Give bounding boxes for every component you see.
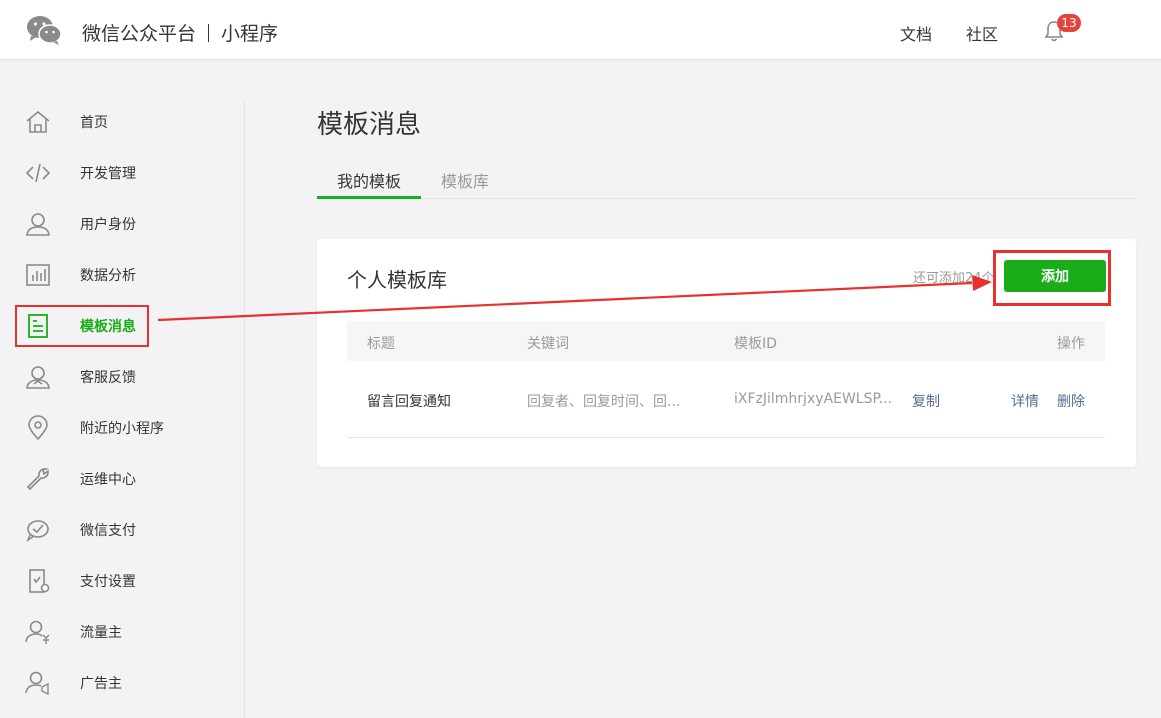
sidebar-item-ops[interactable]: 运维中心 <box>0 459 244 499</box>
traffic-icon <box>25 620 50 644</box>
sidebar-item-home[interactable]: 首页 <box>0 102 244 142</box>
sidebar-item-label: 开发管理 <box>80 166 136 182</box>
sidebar-item-label: 用户身份 <box>80 217 136 233</box>
sidebar-item-label: 流量主 <box>80 625 122 641</box>
detail-link[interactable]: 详情 <box>1011 391 1039 411</box>
delete-link[interactable]: 删除 <box>1057 391 1085 411</box>
notification-badge: 13 <box>1057 14 1081 32</box>
table-header: 标题 关键词 模板ID 操作 <box>347 321 1105 361</box>
sidebar-item-traffic[interactable]: 流量主 <box>0 612 244 652</box>
sidebar-item-pay-settings[interactable]: 支付设置 <box>0 561 244 601</box>
page-title: 模板消息 <box>317 110 422 140</box>
column-header-keywords: 关键词 <box>527 336 569 352</box>
wrench-icon <box>26 468 50 491</box>
row-template-id: iXFzJilmhrjxyAEWLSP... <box>734 391 893 407</box>
sidebar-item-analytics[interactable]: 数据分析 <box>0 255 244 295</box>
sidebar-item-label: 运维中心 <box>80 472 136 488</box>
sidebar-item-advertiser[interactable]: 广告主 <box>0 663 244 703</box>
sidebar-highlight-box <box>15 305 149 347</box>
brand-title[interactable]: 微信公众平台 小程序 <box>82 19 278 46</box>
add-button-highlight-box <box>993 250 1111 306</box>
top-bar: 微信公众平台 小程序 文档 社区 13 <box>0 0 1161 60</box>
row-title: 留言回复通知 <box>367 394 451 410</box>
table-row: 留言回复通知 回复者、回复时间、回... iXFzJilmhrjxyAEWLSP… <box>347 361 1105 438</box>
sidebar-item-label: 附近的小程序 <box>80 421 164 437</box>
service-icon <box>26 366 50 389</box>
sidebar: 首页 开发管理 用户身份 数据分析 模板消息 客服反馈 附近的小程序 运维中心 … <box>0 100 245 718</box>
advertiser-icon <box>25 671 49 696</box>
location-icon <box>28 415 48 441</box>
tab-bar: 我的模板 模板库 <box>317 158 1136 199</box>
brand-name: 微信公众平台 <box>82 23 197 45</box>
nav-docs-link[interactable]: 文档 <box>900 21 932 45</box>
sidebar-item-label: 广告主 <box>80 676 122 692</box>
tab-active-indicator <box>317 196 421 199</box>
template-card: 个人模板库 还可添加24个 添加 标题 关键词 模板ID 操作 留言回复通知 回… <box>317 239 1136 467</box>
nav-community-link[interactable]: 社区 <box>966 21 998 45</box>
pay-settings-icon <box>29 569 50 593</box>
sidebar-item-nearby[interactable]: 附近的小程序 <box>0 408 244 448</box>
pay-icon <box>26 520 49 543</box>
sidebar-item-dev[interactable]: 开发管理 <box>0 153 244 193</box>
brand-separator <box>208 23 210 42</box>
copy-link[interactable]: 复制 <box>912 391 940 411</box>
sidebar-item-label: 客服反馈 <box>80 370 136 386</box>
sidebar-item-wechat-pay[interactable]: 微信支付 <box>0 510 244 550</box>
home-icon <box>26 110 50 133</box>
sidebar-item-feedback[interactable]: 客服反馈 <box>0 357 244 397</box>
wechat-logo-icon[interactable] <box>26 14 62 46</box>
code-icon <box>25 163 51 183</box>
row-keywords: 回复者、回复时间、回... <box>527 394 681 410</box>
sidebar-item-label: 首页 <box>80 115 108 131</box>
sidebar-item-identity[interactable]: 用户身份 <box>0 204 244 244</box>
column-header-template-id: 模板ID <box>734 336 777 352</box>
sidebar-item-label: 支付设置 <box>80 574 136 590</box>
card-title: 个人模板库 <box>347 268 447 292</box>
sidebar-item-label: 数据分析 <box>80 268 136 284</box>
chart-icon <box>26 264 50 286</box>
column-header-title: 标题 <box>367 336 395 352</box>
user-icon <box>26 213 50 236</box>
tab-my-templates[interactable]: 我的模板 <box>337 168 401 192</box>
remaining-count: 还可添加24个 <box>913 271 995 286</box>
column-header-actions: 操作 <box>1057 336 1085 352</box>
product-name: 小程序 <box>221 23 279 45</box>
sidebar-item-label: 微信支付 <box>80 523 136 539</box>
tab-template-library[interactable]: 模板库 <box>441 168 489 192</box>
